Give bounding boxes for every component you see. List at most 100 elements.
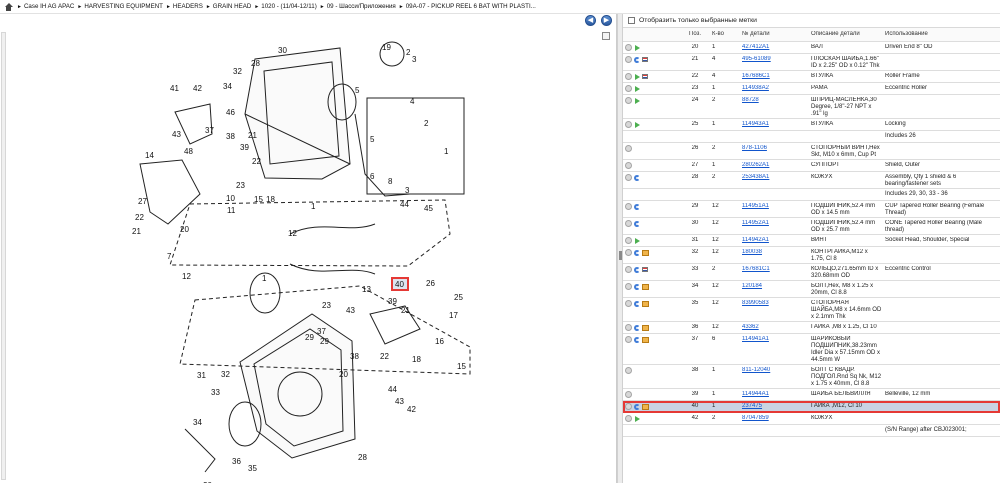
home-icon[interactable] (4, 2, 13, 11)
info-icon[interactable] (625, 44, 632, 51)
go-arrow-icon[interactable] (635, 237, 640, 244)
row-part-number[interactable]: 114938A2 (739, 85, 808, 92)
diagram-label-42-bottom[interactable]: 42 (407, 405, 416, 414)
refresh-icon[interactable] (634, 203, 640, 210)
row-part-number[interactable]: 811-12040 (739, 367, 808, 374)
diagram-label-1-box[interactable]: 1 (444, 147, 449, 156)
diagram-label-1-top[interactable]: 1 (311, 202, 316, 211)
row-part-number[interactable]: 114942A1 (739, 237, 808, 244)
info-icon[interactable] (625, 174, 632, 181)
diagram-label-27[interactable]: 27 (138, 197, 147, 206)
diagram-label-18-top[interactable]: 18 (266, 195, 275, 204)
diagram-label-39-bottom[interactable]: 39 (388, 297, 397, 306)
info-icon[interactable] (625, 249, 632, 256)
row-part-number[interactable]: 88728 (739, 97, 808, 104)
diagram-label-21-left[interactable]: 21 (132, 227, 141, 236)
row-part-number[interactable]: 43362 (739, 324, 808, 331)
diagram-label-28-bottom[interactable]: 28 (358, 453, 367, 462)
package-icon[interactable] (642, 249, 649, 256)
row-part-number[interactable]: 87047859 (739, 415, 808, 422)
diagram-label-34-top[interactable]: 34 (223, 82, 232, 91)
package-icon[interactable] (642, 324, 649, 331)
refresh-icon[interactable] (634, 336, 640, 343)
diagram-label-17[interactable]: 17 (449, 311, 458, 320)
diagram-label-20-left[interactable]: 20 (180, 225, 189, 234)
diagram-label-4[interactable]: 4 (410, 97, 415, 106)
info-icon[interactable] (625, 415, 632, 422)
diagram-label-36[interactable]: 36 (232, 457, 241, 466)
parts-diagram[interactable]: 19 28 30 32 34 41 42 46 43 37 38 39 21 1… (0, 14, 617, 483)
go-arrow-icon[interactable] (635, 73, 640, 80)
table-row[interactable]: 38 1 811-12040 БОЛТ С КВАДР. ПОДГОЛ.Rnd Sq … (623, 365, 1000, 389)
table-row[interactable]: 27 1 280262A1 СУППОРТ Shield, Outer (623, 160, 1000, 172)
info-icon[interactable] (625, 220, 632, 227)
package-icon[interactable] (642, 300, 649, 307)
row-part-number[interactable]: 280262A1 (739, 162, 808, 169)
info-icon[interactable] (625, 266, 632, 273)
diagram-label-5-box[interactable]: 5 (370, 135, 375, 144)
table-row[interactable]: 28 2 253438A1 КОЖУХ Assembly, Qty 1 shield &… (623, 172, 1000, 189)
diagram-label-1-mid[interactable]: 1 (262, 274, 267, 283)
info-icon[interactable] (625, 162, 632, 169)
breadcrumb-item-0[interactable]: Case IH AG APAC (24, 3, 74, 10)
diagram-label-42[interactable]: 42 (193, 84, 202, 93)
diagram-label-21-bottom[interactable]: 21 (401, 306, 410, 315)
table-row[interactable]: 37 6 114941A1 ШАРИКОВЫЙ ПОДШИПНИК,38.23mm I… (623, 334, 1000, 365)
info-icon[interactable] (625, 85, 632, 92)
table-row[interactable]: 30 12 114952A1 ПОДШИПНИК,52.4 mm OD x 25.7 … (623, 218, 1000, 235)
refresh-icon[interactable] (634, 266, 640, 273)
diagram-label-19[interactable]: 19 (382, 43, 391, 52)
diagram-label-39-top[interactable]: 39 (240, 143, 249, 152)
table-row[interactable]: 22 4 167686C1 ВТУЛКА Roller Frame (623, 71, 1000, 83)
diagram-label-37-bottom[interactable]: 37 (317, 327, 326, 336)
flag-icon[interactable] (642, 57, 648, 62)
row-part-number[interactable]: 167686C1 (739, 73, 808, 80)
row-part-number[interactable]: 120184 (739, 283, 808, 290)
info-icon[interactable] (625, 203, 632, 210)
diagram-label-12-left[interactable]: 12 (182, 272, 191, 281)
info-icon[interactable] (625, 403, 632, 410)
row-part-number[interactable]: 114944A1 (739, 391, 808, 398)
table-row[interactable]: 26 2 878-1106 СТОПОРНЫЙ ВИНТ,Hex Skt, M10 x… (623, 143, 1000, 160)
diagram-label-6[interactable]: 6 (370, 172, 375, 181)
diagram-label-18-bottom[interactable]: 18 (412, 355, 421, 364)
diagram-label-43[interactable]: 43 (172, 130, 181, 139)
info-icon[interactable] (625, 56, 632, 63)
table-row[interactable]: 35 12 83990583 СТОПОРНАЯ ШАЙБА,M8 x 14.6mm … (623, 298, 1000, 322)
go-arrow-icon[interactable] (635, 85, 640, 92)
breadcrumb-item-3[interactable]: GRAIN HEAD (213, 3, 252, 10)
table-row[interactable]: 32 12 180038 КОНТРГАЙКА,M12 x 1.75, Cl 8 (623, 247, 1000, 264)
header-pos[interactable]: Поз. (681, 31, 709, 38)
diagram-label-15-bottom[interactable]: 15 (457, 362, 466, 371)
diagram-label-31[interactable]: 31 (197, 371, 206, 380)
row-part-number[interactable]: 167681C1 (739, 266, 808, 273)
diagram-label-14[interactable]: 14 (145, 151, 154, 160)
row-part-number[interactable]: 180038 (739, 249, 808, 256)
row-part-number[interactable]: 114943A1 (739, 121, 808, 128)
go-arrow-icon[interactable] (635, 97, 640, 104)
diagram-label-5-top[interactable]: 5 (355, 86, 360, 95)
row-part-number[interactable]: 495-61089 (739, 56, 808, 63)
info-icon[interactable] (625, 145, 632, 152)
row-part-number[interactable]: 114941A1 (739, 336, 808, 343)
header-usage[interactable]: Использование (882, 31, 1000, 38)
row-part-number[interactable]: 878-1106 (739, 145, 808, 152)
breadcrumb-item-2[interactable]: HEADERS (173, 3, 203, 10)
refresh-icon[interactable] (634, 403, 640, 410)
table-row[interactable]: 31 12 114942A1 ВИНТ Socket Head, Shoulder, S… (623, 235, 1000, 247)
package-icon[interactable] (642, 336, 649, 343)
diagram-label-12-top[interactable]: 12 (288, 229, 297, 238)
diagram-label-15-top[interactable]: 15 (254, 195, 263, 204)
table-row[interactable]: 21 4 495-61089 ПЛОСКАЯ ШАЙБА,1.66" ID x 2.2… (623, 54, 1000, 71)
go-arrow-icon[interactable] (635, 121, 640, 128)
diagram-label-46[interactable]: 46 (226, 108, 235, 117)
row-part-number[interactable]: 237475 (739, 403, 808, 410)
diagram-label-3[interactable]: 3 (412, 55, 417, 64)
table-row[interactable]: 25 1 114943A1 ВТУЛКА Locking (623, 119, 1000, 131)
diagram-label-3-box[interactable]: 3 (405, 186, 410, 195)
refresh-icon[interactable] (634, 174, 640, 181)
package-icon[interactable] (642, 403, 649, 410)
table-row[interactable]: 20 1 427412A1 ВАЛ Driven End 8" OD (623, 42, 1000, 54)
diagram-label-25[interactable]: 25 (454, 293, 463, 302)
table-row[interactable]: 23 1 114938A2 РАМА Eccentric Roller (623, 83, 1000, 95)
